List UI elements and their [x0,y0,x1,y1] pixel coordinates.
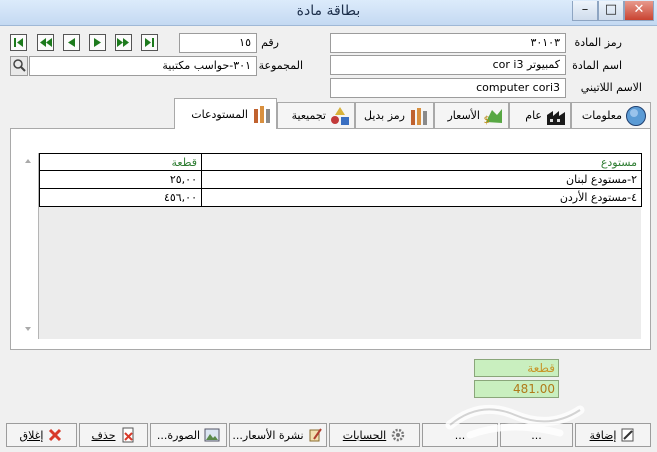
accounts-button[interactable]: الحسابات [329,423,420,447]
store-cell[interactable]: ٢-مستودع لبنان [201,170,642,189]
group-label: المجموعة [258,59,303,72]
tab-stores-label: المستودعات [191,107,248,121]
tab-alt-code[interactable]: رمز بديل [355,102,434,128]
record-number-field[interactable]: ١٥ [179,33,257,53]
alt-code-icon [411,107,427,125]
prev-record-icon [68,38,75,47]
last-record-icon [145,38,154,47]
delete-button[interactable]: حذف [79,423,148,447]
item-code-label: رمز المادة [574,36,622,49]
tab-alt-code-label: رمز بديل [364,109,405,122]
total-unit-label: قطعة [474,359,559,377]
maximize-button[interactable]: □ [598,1,624,21]
latin-name-field[interactable]: computer cori3 [330,78,566,98]
close-button-label: إغلاق [19,428,44,442]
qty-cell[interactable]: ٤٥٦,٠٠ [39,188,202,207]
tab-info-label: معلومات [581,109,622,122]
tab-info[interactable]: معلومات [571,102,651,128]
close-window-button[interactable]: ✕ [624,1,654,21]
picture-icon [204,428,220,442]
store-cell[interactable]: ٤-مستودع الأردن [201,188,642,207]
price-list-button[interactable]: نشرة الأسعار... [229,423,327,447]
window-title: بطاقة مادة [296,3,361,19]
prev-record-button[interactable] [63,34,80,51]
tab-prices-label: الأسعار [447,109,480,122]
shapes-icon [331,106,349,125]
gear-icon [391,428,405,442]
item-name-label: اسم المادة [572,59,622,72]
item-name-field[interactable]: كمبيوتر cor i3 [330,55,566,75]
first-record-icon [14,38,23,47]
table-row[interactable]: ٢٥,٠٠ ٢-مستودع لبنان [39,170,642,189]
table-header-row: قطعة مستودع [39,153,642,171]
first-record-button[interactable] [10,34,27,51]
grid-scroll-arrows[interactable] [23,155,33,335]
pencil-icon [621,428,634,442]
group-field[interactable]: ٣٠١-حواسب مكتبية [29,56,257,76]
image-button-label: الصورة... [156,428,201,442]
price-list-icon [309,428,322,442]
svg-text:$: $ [484,115,490,126]
prices-icon: $ [484,108,502,126]
next-record-button[interactable] [89,34,106,51]
price-list-button-label: نشرة الأسعار... [232,428,304,442]
group-search-button[interactable] [10,56,28,76]
magnifier-icon [13,59,26,72]
warehouse-icon [254,106,270,123]
store-column-header[interactable]: مستودع [201,153,642,171]
accounts-button-label: الحسابات [342,428,387,442]
prev-page-button[interactable] [37,34,54,51]
add-button-label: إضافة [589,428,617,442]
info-globe-icon [626,105,646,126]
table-row[interactable]: ٤٥٦,٠٠ ٤-مستودع الأردن [39,188,642,207]
title-bar: بطاقة مادة – □ ✕ [0,0,657,26]
next-page-icon [117,38,129,47]
tab-assembly[interactable]: تجميعية [277,102,355,128]
tab-assembly-label: تجميعية [291,109,326,122]
delete-button-label: حذف [91,428,116,442]
minimize-button[interactable]: – [572,1,598,21]
close-button[interactable]: إغلاق [6,423,77,447]
scroll-down-icon[interactable] [25,327,31,331]
stores-grid[interactable]: قطعة مستودع ٢٥,٠٠ ٢-مستودع لبنان ٤٥٦,٠٠ … [25,153,642,339]
tab-prices[interactable]: $ الأسعار [434,102,509,128]
qty-cell[interactable]: ٢٥,٠٠ [39,170,202,189]
watermark-logo [445,404,585,439]
delete-doc-icon [122,427,133,443]
factory-icon [547,110,565,125]
qty-column-header[interactable]: قطعة [39,153,202,171]
tab-stores[interactable]: المستودعات [174,98,277,129]
item-code-field[interactable]: ٣٠١٠٣ [330,33,566,53]
record-number-label: رقم [261,36,279,49]
next-record-icon [94,38,101,47]
tab-general-label: عام [525,109,542,122]
close-x-icon [49,428,62,442]
last-record-button[interactable] [141,34,158,51]
prev-page-icon [40,38,52,47]
stores-table: قطعة مستودع ٢٥,٠٠ ٢-مستودع لبنان ٤٥٦,٠٠ … [39,153,642,207]
scroll-up-icon[interactable] [25,159,31,163]
image-button[interactable]: الصورة... [150,423,227,447]
tab-general[interactable]: عام [509,102,571,128]
latin-name-label: الاسم اللاتيني [580,81,642,94]
next-page-button[interactable] [115,34,132,51]
